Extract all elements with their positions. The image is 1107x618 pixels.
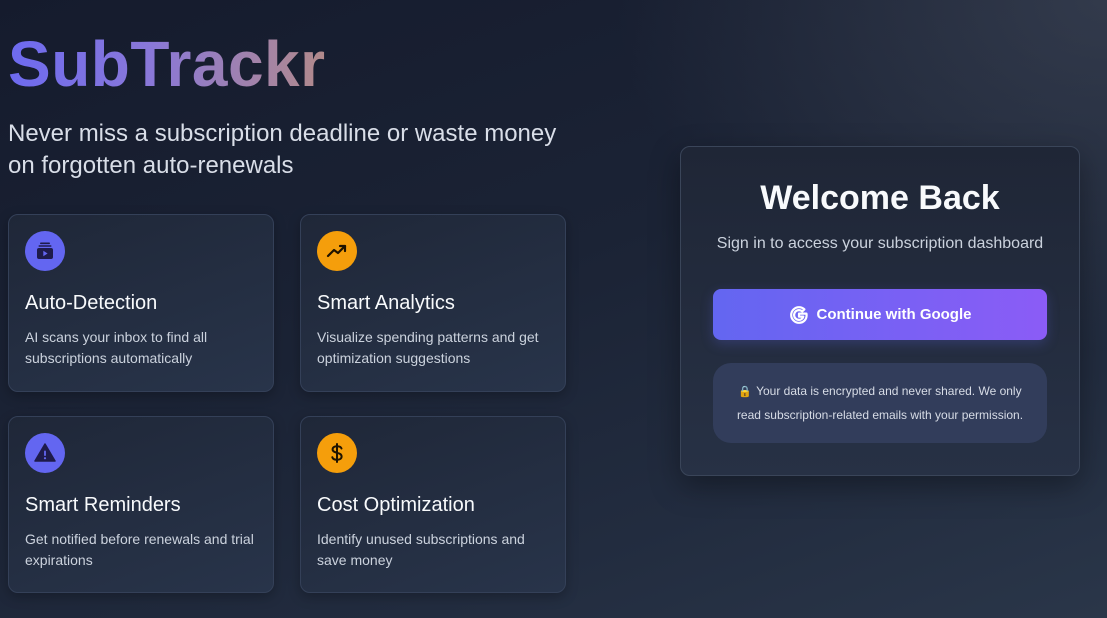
login-heading: Welcome Back [760,179,1000,217]
feature-title: Smart Reminders [25,494,181,516]
feature-description: Get notified before renewals and trial e… [25,531,254,568]
privacy-notice-text: Your data is encrypted and never shared.… [736,383,1024,422]
login-card: Welcome Back Sign in to access your subs… [680,146,1080,476]
feature-description: Identify unused subscriptions and save m… [317,531,525,568]
warning-icon [25,433,65,473]
feature-card-smart-reminders: Smart Reminders Get notified before rene… [8,416,274,593]
feature-title: Cost Optimization [317,494,475,516]
privacy-notice: 🔒 Your data is encrypted and never shared… [713,363,1047,443]
feature-card-smart-analytics: Smart Analytics Visualize spending patte… [300,214,566,392]
lock-icon: 🔒 [738,385,753,398]
brand-tagline: Never miss a subscription deadline or wa… [8,120,557,179]
google-icon [789,305,809,325]
feature-title: Auto-Detection [25,292,158,314]
brand-title: SubTrackr [8,28,326,100]
feature-title: Smart Analytics [317,292,455,314]
trending-up-icon [317,231,357,271]
feature-card-auto-detection: Auto-Detection AI scans your inbox to fi… [8,214,274,392]
feature-description: Visualize spending patterns and get opti… [317,329,539,366]
continue-with-google-button[interactable]: Continue with Google [713,289,1047,340]
feature-description: AI scans your inbox to find all subscrip… [25,329,208,366]
google-button-label: Continue with Google [816,306,972,323]
feature-card-cost-optimization: Cost Optimization Identify unused subscr… [300,416,566,593]
dollar-icon [317,433,357,473]
login-subheading: Sign in to access your subscription dash… [716,235,1044,252]
inbox-icon [25,231,65,271]
